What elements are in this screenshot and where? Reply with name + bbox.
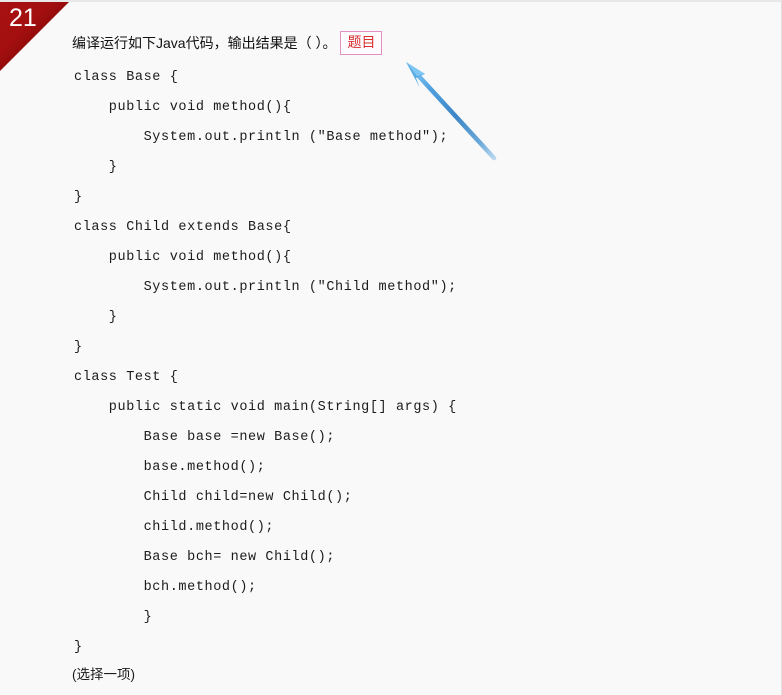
question-number: 21 xyxy=(9,4,37,32)
code-line: System.out.println ("Base method"); xyxy=(74,130,449,145)
code-line: System.out.println ("Child method"); xyxy=(74,280,457,295)
question-page: 21 编译运行如下Java代码，输出结果是（ ）。 题目 class Base {… xyxy=(0,0,782,695)
code-line: Base bch= new Child(); xyxy=(74,550,336,565)
code-line: } xyxy=(74,610,153,625)
code-line: class Child extends Base{ xyxy=(74,220,292,235)
code-line: child.method(); xyxy=(74,520,275,535)
question-prompt-text: 编译运行如下Java代码，输出结果是（ ）。 xyxy=(72,35,337,51)
code-line: class Base { xyxy=(74,70,179,85)
code-line: Base base =new Base(); xyxy=(74,430,336,445)
code-line: } xyxy=(74,160,118,175)
java-code-block: class Base { public void method(){ Syste… xyxy=(74,63,457,663)
code-line: public void method(){ xyxy=(74,250,292,265)
code-line: public void method(){ xyxy=(74,100,292,115)
question-number-ribbon: 21 xyxy=(0,2,69,71)
code-line: } xyxy=(74,340,83,355)
code-line: bch.method(); xyxy=(74,580,257,595)
code-line: } xyxy=(74,310,118,325)
code-line: Child child=new Child(); xyxy=(74,490,353,505)
question-prompt-line: 编译运行如下Java代码，输出结果是（ ）。 题目 xyxy=(72,31,383,55)
choose-one-note: (选择一项) xyxy=(72,667,135,682)
code-line: } xyxy=(74,640,83,655)
code-line: } xyxy=(74,190,83,205)
annotation-tag-box: 题目 xyxy=(340,31,383,55)
code-line: public static void main(String[] args) { xyxy=(74,400,457,415)
code-line: class Test { xyxy=(74,370,179,385)
code-line: base.method(); xyxy=(74,460,266,475)
